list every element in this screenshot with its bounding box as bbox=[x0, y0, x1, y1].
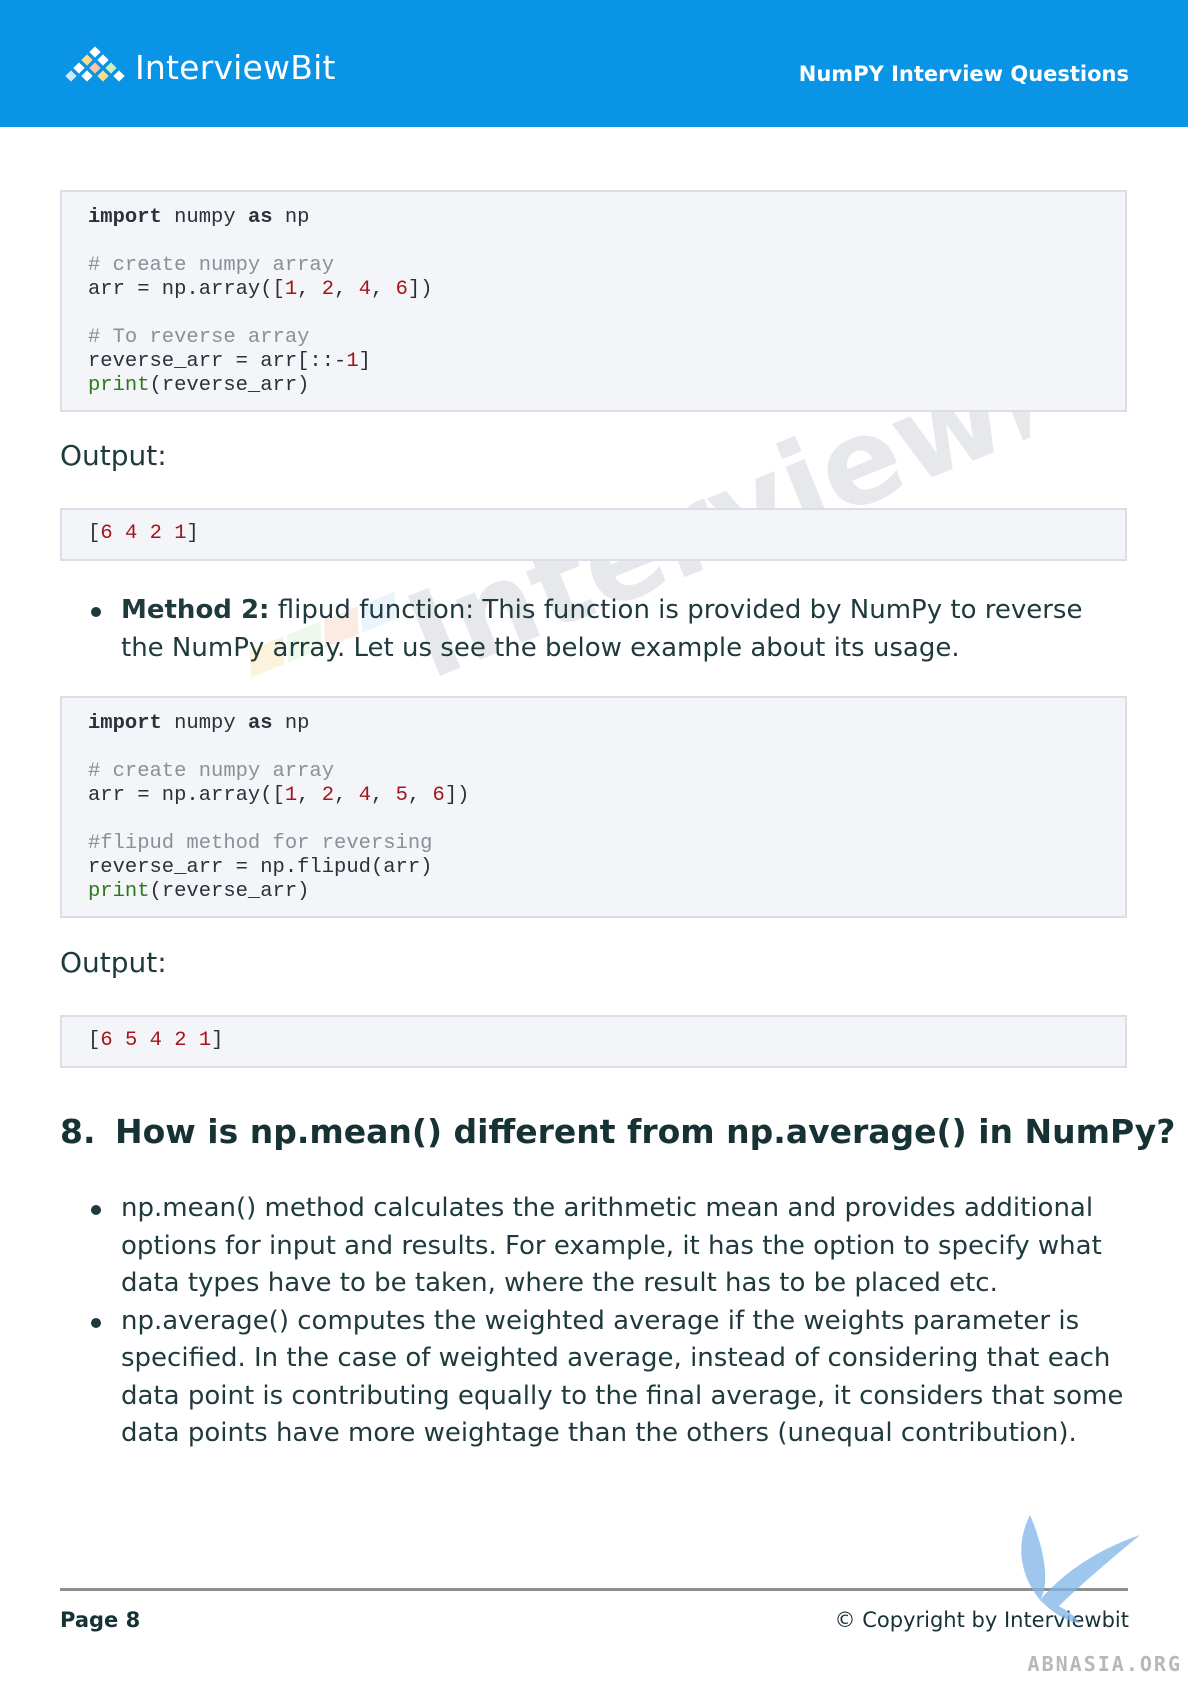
output-value: [6 5 4 2 1] bbox=[88, 1029, 224, 1052]
code-line: print(reverse_arr) bbox=[88, 880, 310, 903]
page-header: InterviewBit NumPY Interview Questions bbox=[0, 0, 1188, 127]
footer-divider bbox=[60, 1588, 1128, 1591]
method-2-list: Method 2: flipud function: This function… bbox=[88, 592, 1128, 667]
output-block-2: [6 5 4 2 1] bbox=[60, 1015, 1127, 1068]
interviewbit-logo[interactable]: InterviewBit bbox=[62, 46, 336, 88]
bird-logo-icon bbox=[1021, 1515, 1140, 1623]
section-heading: 8. How is np.mean() different from np.ave… bbox=[60, 1112, 1175, 1151]
output-label-1: Output: bbox=[60, 439, 167, 472]
code-block-reverse-slicing: import numpy as np # create numpy array … bbox=[60, 190, 1127, 412]
code-line: reverse_arr = arr[::-1] bbox=[88, 350, 371, 373]
code-comment: #flipud method for reversing bbox=[88, 832, 433, 855]
code-line: reverse_arr = np.flipud(arr) bbox=[88, 856, 433, 879]
method-2-label: Method 2: bbox=[121, 595, 270, 625]
code-block-flipud: import numpy as np # create numpy array … bbox=[60, 696, 1127, 918]
output-block-1: [6 4 2 1] bbox=[60, 508, 1127, 561]
code-comment: # create numpy array bbox=[88, 760, 335, 783]
document-title: NumPY Interview Questions bbox=[798, 62, 1129, 86]
output-label-2: Output: bbox=[60, 946, 167, 979]
list-item: np.average() computes the weighted avera… bbox=[88, 1303, 1128, 1453]
code-line: arr = np.array([1, 2, 4, 5, 6]) bbox=[88, 784, 470, 807]
page-number: Page 8 bbox=[60, 1608, 141, 1632]
code-line: print(reverse_arr) bbox=[88, 374, 310, 397]
code-line: import numpy as np bbox=[88, 206, 310, 229]
logo-diamond-icon bbox=[65, 46, 125, 82]
code-line: arr = np.array([1, 2, 4, 6]) bbox=[88, 278, 433, 301]
code-line: import numpy as np bbox=[88, 712, 310, 735]
list-item: Method 2: flipud function: This function… bbox=[88, 592, 1128, 667]
section-title: How is np.mean() different from np.avera… bbox=[115, 1112, 1176, 1151]
list-item: np.mean() method calculates the arithmet… bbox=[88, 1190, 1128, 1303]
code-comment: # To reverse array bbox=[88, 326, 310, 349]
code-comment: # create numpy array bbox=[88, 254, 335, 277]
output-value: [6 4 2 1] bbox=[88, 522, 199, 545]
section-number: 8. bbox=[60, 1112, 96, 1151]
site-watermark: ABNASIA.ORG bbox=[1027, 1652, 1182, 1676]
section-8-list: np.mean() method calculates the arithmet… bbox=[88, 1190, 1128, 1453]
logo-text: InterviewBit bbox=[135, 47, 336, 87]
